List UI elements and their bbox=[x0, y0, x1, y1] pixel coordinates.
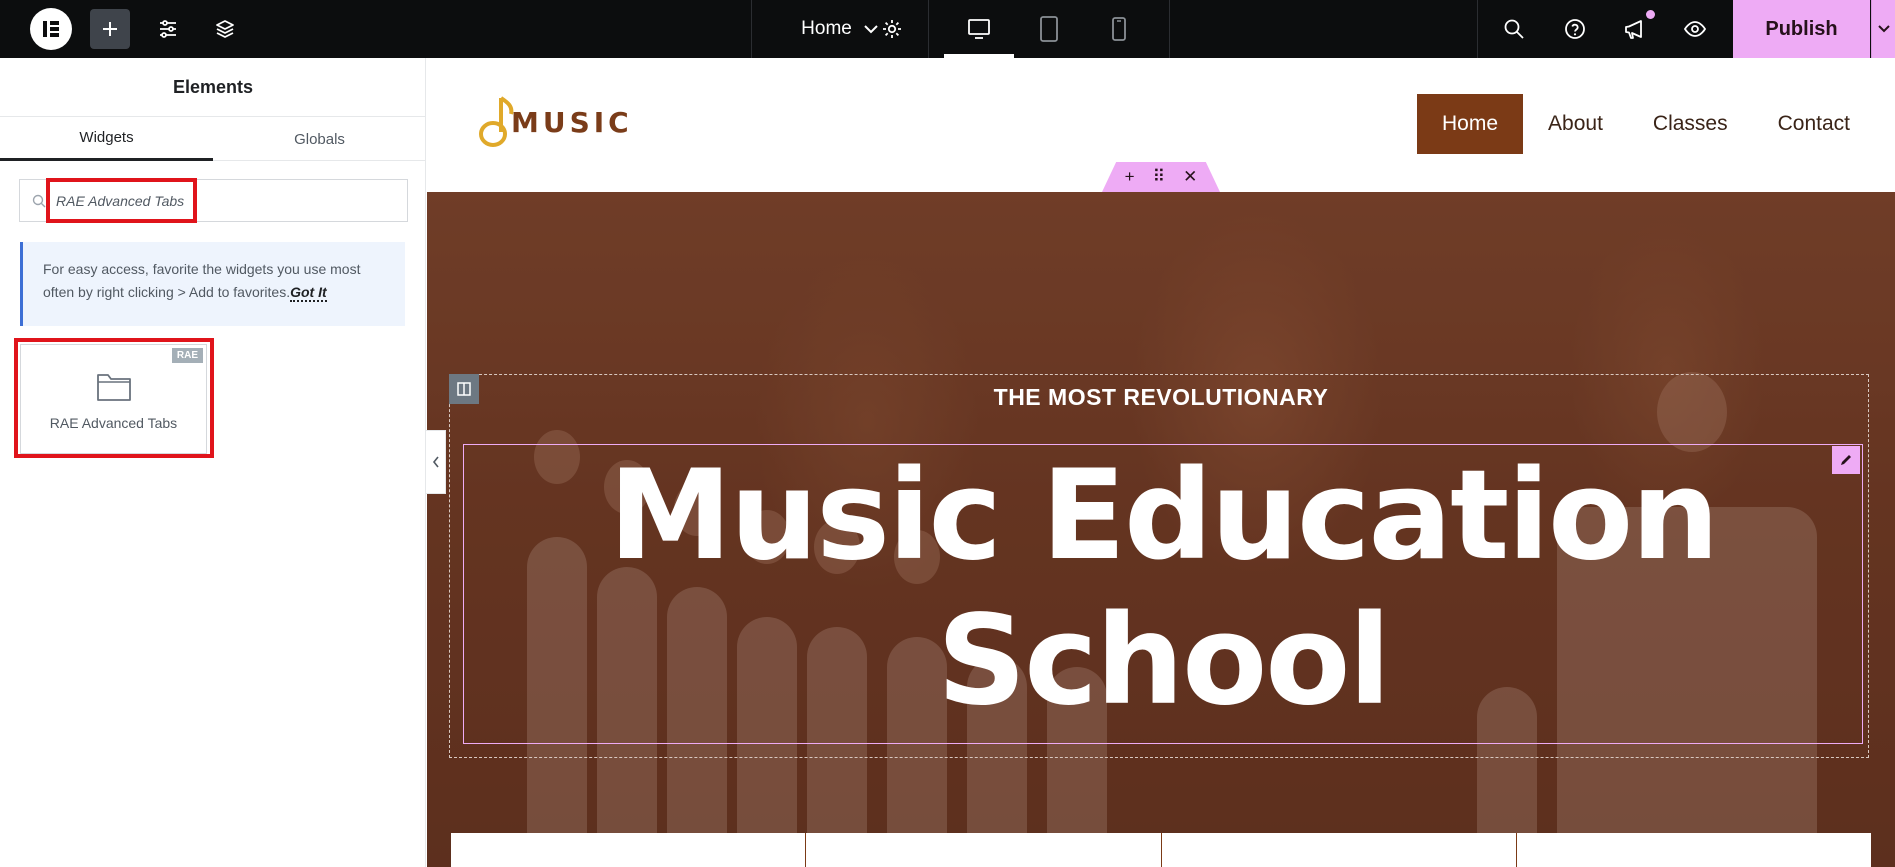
mobile-icon bbox=[1112, 17, 1126, 41]
rae-badge: RAE bbox=[171, 348, 203, 363]
feature-card[interactable] bbox=[806, 833, 1162, 867]
notification-dot bbox=[1646, 10, 1655, 19]
separator bbox=[1477, 0, 1478, 58]
device-mobile-button[interactable] bbox=[1099, 9, 1139, 49]
nav-about[interactable]: About bbox=[1523, 94, 1628, 154]
add-element-button[interactable] bbox=[90, 9, 130, 49]
pencil-icon bbox=[1841, 455, 1851, 465]
feature-card[interactable] bbox=[1162, 833, 1517, 867]
page-settings-button[interactable] bbox=[872, 9, 912, 49]
panel-tabs: Widgets Globals bbox=[0, 117, 426, 161]
elementor-logo-icon[interactable] bbox=[30, 8, 72, 50]
logo-text: MUSIC bbox=[511, 105, 633, 139]
tablet-icon bbox=[1040, 16, 1058, 42]
section-handle: + ⠿ ✕ bbox=[1102, 162, 1220, 192]
eye-icon bbox=[1683, 21, 1707, 37]
help-icon bbox=[1565, 19, 1585, 39]
folder-tabs-icon bbox=[96, 374, 131, 401]
hero-title-line: School bbox=[937, 589, 1391, 733]
hero-title-line: Music Education bbox=[608, 444, 1720, 588]
site-logo[interactable]: MUSIC bbox=[475, 94, 633, 150]
column-handle[interactable] bbox=[449, 374, 479, 404]
tab-widgets[interactable]: Widgets bbox=[0, 117, 213, 161]
collapse-panel-button[interactable] bbox=[426, 430, 446, 494]
widget-label: RAE Advanced Tabs bbox=[49, 415, 178, 431]
widget-search[interactable] bbox=[19, 179, 408, 222]
plus-icon bbox=[103, 22, 117, 36]
elements-panel: Elements Widgets Globals For easy access… bbox=[0, 58, 426, 867]
panel-title: Elements bbox=[0, 58, 426, 117]
help-button[interactable] bbox=[1555, 9, 1595, 49]
gear-icon bbox=[883, 20, 901, 38]
edit-widget-button[interactable] bbox=[1832, 446, 1860, 474]
got-it-link[interactable]: Got It bbox=[290, 284, 327, 302]
nav-classes[interactable]: Classes bbox=[1628, 94, 1753, 154]
site-settings-button[interactable] bbox=[148, 9, 188, 49]
close-icon[interactable]: ✕ bbox=[1183, 167, 1197, 187]
editor-topbar: Home Publish bbox=[0, 0, 1895, 58]
structure-button[interactable] bbox=[205, 9, 245, 49]
nav-contact[interactable]: Contact bbox=[1753, 94, 1875, 154]
add-section-icon[interactable]: + bbox=[1125, 167, 1135, 187]
columns-icon bbox=[457, 382, 471, 396]
tab-globals[interactable]: Globals bbox=[213, 117, 426, 161]
editor-canvas: MUSIC Home About Classes Contact + ⠿ ✕ T… bbox=[427, 58, 1895, 867]
sliders-icon bbox=[160, 20, 176, 38]
chevron-down-icon bbox=[1877, 25, 1890, 33]
drag-handle-icon[interactable]: ⠿ bbox=[1153, 167, 1165, 187]
main-nav: Home About Classes Contact bbox=[1417, 94, 1875, 154]
megaphone-icon bbox=[1625, 20, 1642, 39]
favorites-notice: For easy access, favorite the widgets yo… bbox=[20, 242, 405, 326]
hero-subtitle[interactable]: THE MOST REVOLUTIONARY bbox=[427, 384, 1895, 411]
feature-card[interactable] bbox=[451, 833, 807, 867]
page-name: Home bbox=[801, 18, 852, 39]
finder-button[interactable] bbox=[1494, 9, 1534, 49]
feature-card[interactable] bbox=[1517, 833, 1871, 867]
chevron-left-icon bbox=[432, 456, 439, 468]
device-tablet-button[interactable] bbox=[1029, 9, 1069, 49]
publish-options-button[interactable] bbox=[1871, 0, 1895, 58]
hero-title[interactable]: Music Education School bbox=[463, 444, 1863, 734]
nav-home[interactable]: Home bbox=[1417, 94, 1524, 154]
search-icon bbox=[1504, 19, 1524, 39]
music-note-icon bbox=[479, 96, 514, 147]
publish-button[interactable]: Publish bbox=[1733, 0, 1870, 58]
layers-icon bbox=[216, 20, 234, 38]
feature-cards-row bbox=[451, 833, 1871, 867]
widget-rae-advanced-tabs[interactable]: RAE RAE Advanced Tabs bbox=[20, 344, 207, 454]
search-icon bbox=[32, 194, 46, 207]
separator bbox=[928, 0, 929, 58]
device-desktop-button[interactable] bbox=[959, 9, 999, 49]
search-input[interactable] bbox=[56, 192, 376, 209]
preview-button[interactable] bbox=[1675, 9, 1715, 49]
separator bbox=[1169, 0, 1170, 58]
desktop-icon bbox=[968, 19, 990, 39]
